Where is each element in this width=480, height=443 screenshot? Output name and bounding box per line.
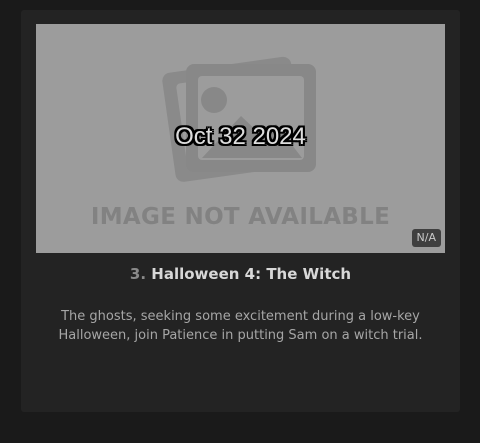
episode-description: The ghosts, seeking some excitement duri… xyxy=(58,309,423,343)
episode-card[interactable]: IMAGE NOT AVAILABLE Oct 32 2024 N/A 3. H… xyxy=(21,10,460,412)
air-date: Oct 32 2024 xyxy=(175,123,306,150)
episode-title: Halloween 4: The Witch xyxy=(151,265,352,283)
image-unavailable-text: IMAGE NOT AVAILABLE xyxy=(90,204,391,230)
episode-title-line[interactable]: 3. Halloween 4: The Witch xyxy=(21,265,460,283)
rating-badge: N/A xyxy=(411,229,441,247)
episode-number: 3. xyxy=(129,265,147,283)
episode-thumbnail[interactable]: IMAGE NOT AVAILABLE Oct 32 2024 N/A xyxy=(36,24,445,253)
